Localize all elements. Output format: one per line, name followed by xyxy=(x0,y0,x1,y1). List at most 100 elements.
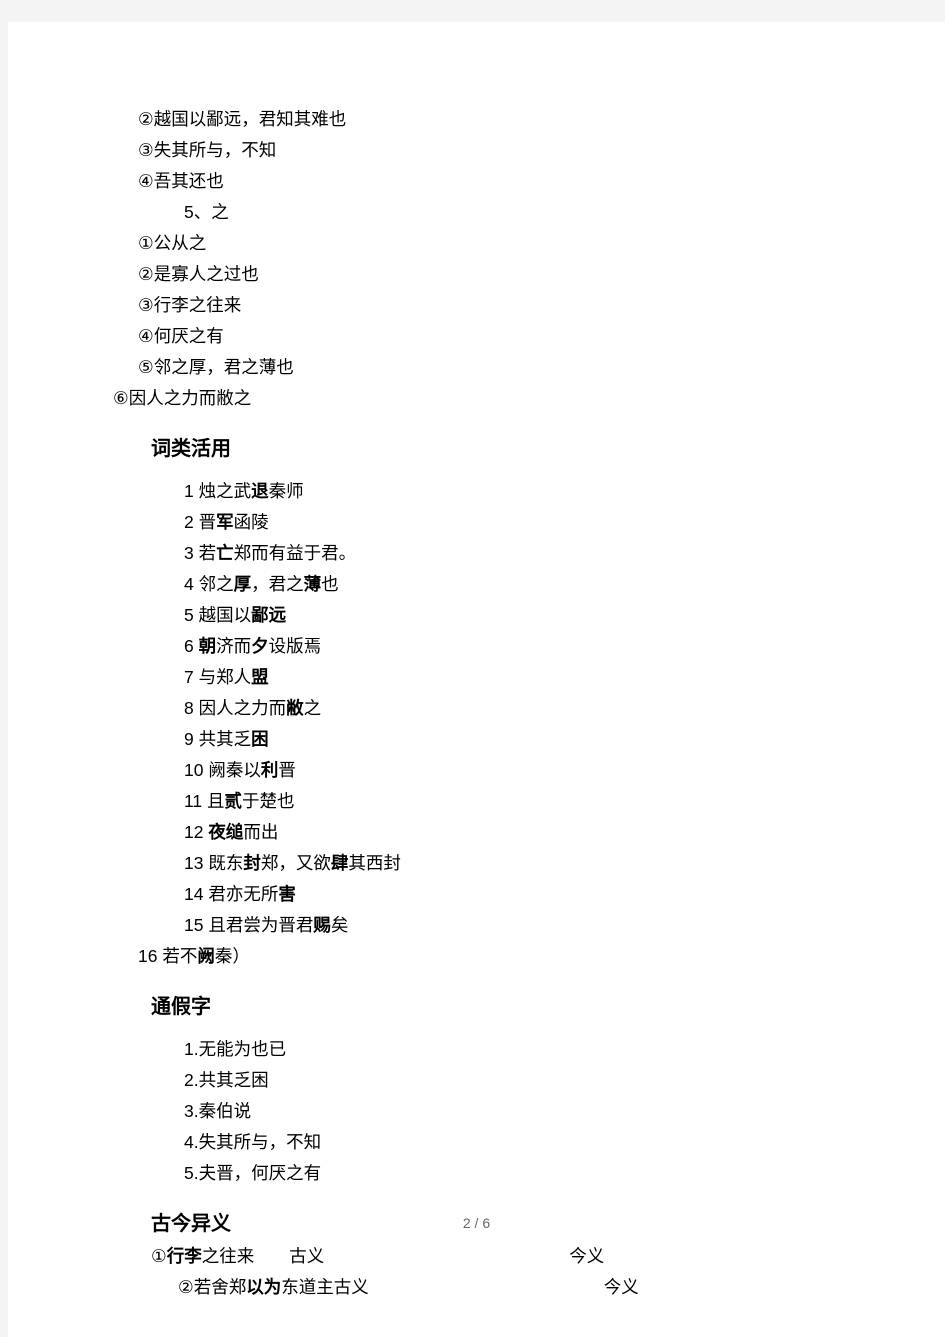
list-item-emphasis: 害 xyxy=(278,884,296,904)
list-item: 16 若不阙秦） xyxy=(8,941,945,972)
row-text: 之往来 xyxy=(201,1246,255,1266)
list-item: ③失其所与，不知 xyxy=(138,140,277,160)
section-heading-interchangeable-chars: 通假字 xyxy=(151,996,211,1018)
list-item: 10 阙秦以利晋 xyxy=(8,755,945,786)
list-item-emphasis: 军 xyxy=(216,512,234,532)
list-item: 13 既东封郑，又欲肆其西封 xyxy=(8,848,945,879)
list-item: 3.秦伯说 xyxy=(184,1101,252,1121)
list-item-number: 1 xyxy=(184,481,199,501)
list-item-emphasis: 盟 xyxy=(251,667,269,687)
list-item: 5.夫晋，何厌之有 xyxy=(184,1163,322,1183)
ancient-modern-meaning-row: ①行李之往来 古义 今义 xyxy=(8,1241,945,1272)
subsection-heading-zhi: 5、之 xyxy=(184,202,229,222)
row-text: 若舍郑 xyxy=(193,1277,247,1297)
list-item: ②是寡人之过也 xyxy=(138,264,259,284)
list-item-emphasis: 鄙远 xyxy=(251,605,287,625)
section-heading-word-class-usage: 词类活用 xyxy=(151,438,231,460)
page-left-margin-strip xyxy=(0,22,8,1337)
list-item-text: 秦） xyxy=(214,946,250,966)
list-item-number: 11 xyxy=(184,791,208,811)
list-item: 1 烛之武退秦师 xyxy=(8,476,945,507)
document-body: ②越国以鄙远，君知其难也 ③失其所与，不知 ④吾其还也 5、之 ①公从之 ②是寡… xyxy=(8,22,945,1303)
list-item: 12 夜缒而出 xyxy=(8,817,945,848)
list-item-number: 2 xyxy=(184,512,199,532)
list-item-emphasis: 夜缒 xyxy=(208,822,244,842)
list-item-text: 矣 xyxy=(330,915,349,935)
row-text: 东道主古义 xyxy=(281,1277,369,1297)
list-item: ③行李之往来 xyxy=(138,295,242,315)
list-item: 9 共其乏困 xyxy=(8,724,945,755)
row-emphasis: 行李 xyxy=(166,1246,202,1266)
list-item-text: ，君之 xyxy=(251,574,304,594)
list-item: ②越国以鄙远，君知其难也 xyxy=(138,109,347,129)
list-item: ④何厌之有 xyxy=(138,326,224,346)
modern-meaning-label: 今义 xyxy=(569,1246,605,1266)
list-item-emphasis: 肆 xyxy=(330,853,349,873)
list-item-number: 7 xyxy=(184,667,199,687)
list-item-emphasis: 亡 xyxy=(216,543,234,563)
list-item-number: 12 xyxy=(184,822,209,842)
list-item-text: 济而 xyxy=(216,636,252,656)
list-item: 3 若亡郑而有益于君。 xyxy=(8,538,945,569)
list-item: ①公从之 xyxy=(138,233,207,253)
list-item-emphasis: 朝 xyxy=(198,636,217,656)
list-item-text: 若不 xyxy=(162,946,198,966)
list-item-number: 16 xyxy=(138,946,163,966)
list-item-text: 若 xyxy=(198,543,217,563)
list-item-text: 因人之力而 xyxy=(198,698,287,718)
list-item-text: 郑，又欲 xyxy=(260,853,331,873)
page-number-footer: 2 / 6 xyxy=(462,1215,491,1231)
list-item-text: 函陵 xyxy=(233,512,269,532)
list-item: ④吾其还也 xyxy=(138,171,224,191)
word-class-usage-list: 1 烛之武退秦师 2 晋军函陵 3 若亡郑而有益于君。 4 邻之厚，君之薄也 5 越国以… xyxy=(8,476,945,972)
list-item: 1.无能为也已 xyxy=(184,1039,287,1059)
list-item-text: 与郑人 xyxy=(198,667,252,687)
list-item-number: 9 xyxy=(184,729,199,749)
list-item-number: 6 xyxy=(184,636,199,656)
ancient-modern-meaning-rows: ①行李之往来 古义 今义 ②若舍郑以为东道主古义 今义 xyxy=(8,1241,945,1303)
list-item-number: 15 xyxy=(184,915,209,935)
list-item-text: 郑而有益于君。 xyxy=(233,543,357,563)
row-emphasis: 以为 xyxy=(246,1277,282,1297)
list-item-text: 君亦无所 xyxy=(208,884,279,904)
list-item-emphasis: 封 xyxy=(243,853,261,873)
list-item-emphasis: 夕 xyxy=(251,636,269,656)
ancient-meaning-label: 古义 xyxy=(289,1246,325,1266)
list-item-number: 5 xyxy=(184,605,199,625)
list-item-text: 既东 xyxy=(208,853,244,873)
list-item-number: 10 xyxy=(184,760,209,780)
ancient-modern-meaning-row: ②若舍郑以为东道主古义 今义 xyxy=(8,1272,945,1303)
list-item-emphasis: 贰 xyxy=(224,791,243,811)
list-item-text: 秦师 xyxy=(268,481,304,501)
list-item-number: 4 xyxy=(184,574,199,594)
list-item-emphasis: 退 xyxy=(251,481,269,501)
list-item: 8 因人之力而敝之 xyxy=(8,693,945,724)
list-item-number: 8 xyxy=(184,698,199,718)
list-item: ⑤邻之厚，君之薄也 xyxy=(138,357,294,377)
list-item: 4 邻之厚，君之薄也 xyxy=(8,569,945,600)
list-item-text: 之 xyxy=(303,698,322,718)
list-item-text: 晋 xyxy=(278,760,296,780)
list-item-text: 越国以 xyxy=(198,605,252,625)
page-top-margin-strip xyxy=(0,0,945,22)
list-item: 2 晋军函陵 xyxy=(8,507,945,538)
list-item-text: 且 xyxy=(207,791,225,811)
list-item-text: 于楚也 xyxy=(242,791,295,811)
list-item-number: 13 xyxy=(184,853,209,873)
list-item-text: 设版焉 xyxy=(268,636,322,656)
list-item-emphasis: 困 xyxy=(251,729,269,749)
list-item: ⑥因人之力而敝之 xyxy=(113,388,252,408)
list-item-emphasis: 阙 xyxy=(197,946,215,966)
list-item-emphasis: 敝 xyxy=(286,698,304,718)
list-item: 7 与郑人盟 xyxy=(8,662,945,693)
list-item-number: 14 xyxy=(184,884,209,904)
list-item: 4.失其所与，不知 xyxy=(184,1132,322,1152)
list-item: 14 君亦无所害 xyxy=(8,879,945,910)
list-item-text: 阙秦以 xyxy=(208,760,261,780)
list-item-text: 共其乏 xyxy=(198,729,252,749)
